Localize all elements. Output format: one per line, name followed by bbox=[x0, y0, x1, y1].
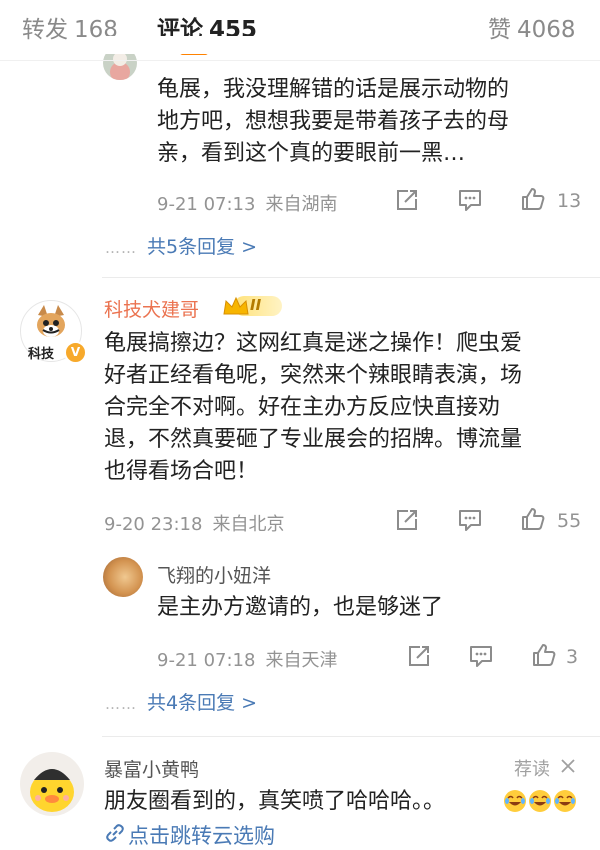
comment-meta: 9-21 07:13 来自湖南 bbox=[157, 190, 337, 216]
badge-level: II bbox=[250, 296, 262, 314]
tab-likes-count: 4068 bbox=[517, 17, 576, 43]
share-icon[interactable] bbox=[394, 187, 420, 213]
reply-location: 来自天津 bbox=[265, 650, 338, 671]
view-replies-link[interactable]: …… 共5条回复 > bbox=[105, 232, 257, 259]
tab-likes-label: 赞 bbox=[488, 17, 511, 43]
verified-icon: V bbox=[64, 341, 87, 364]
comment-text: 朋友圈看到的，真笑喷了哈哈哈。。 bbox=[104, 789, 446, 814]
view-replies-link[interactable]: …… 共4条回复 > bbox=[105, 688, 257, 715]
reply-username[interactable]: 飞翔的小妞洋 bbox=[157, 561, 271, 588]
like-count: 13 bbox=[557, 190, 582, 212]
tab-repost-label: 转发 bbox=[22, 17, 68, 43]
header-divider bbox=[0, 60, 600, 61]
like-icon[interactable] bbox=[520, 506, 546, 532]
link-icon bbox=[106, 824, 124, 842]
comment-line: 合完全不对啊。好在主办方反应快直接劝 bbox=[104, 395, 501, 420]
comment-icon[interactable] bbox=[457, 187, 483, 213]
share-icon[interactable] bbox=[406, 643, 432, 669]
close-icon[interactable] bbox=[559, 757, 577, 775]
like-icon[interactable] bbox=[520, 186, 546, 212]
comment-icon[interactable] bbox=[468, 643, 494, 669]
tab-likes[interactable]: 赞 4068 bbox=[488, 10, 576, 44]
laugh-cry-emoji-icon bbox=[554, 790, 576, 812]
comment-text: 龟展搞擦边？这网红真是迷之操作！爬虫爱 好者正经看龟呢，突然来个辣眼睛表演，场 … bbox=[104, 328, 594, 488]
comment-location: 来自湖南 bbox=[265, 194, 338, 215]
comment-divider bbox=[102, 277, 600, 278]
comment-time: 9-21 07:13 bbox=[157, 194, 256, 215]
reply-text: 是主办方邀请的，也是够迷了 bbox=[157, 595, 444, 620]
view-replies-text: 共4条回复 > bbox=[147, 692, 258, 714]
reply-time: 9-21 07:18 bbox=[157, 650, 256, 671]
comment-line: 好者正经看龟呢，突然来个辣眼睛表演，场 bbox=[104, 363, 523, 388]
like-count: 55 bbox=[557, 510, 582, 532]
comment-line: 龟展，我没理解错的话是展示动物的 bbox=[157, 77, 510, 102]
like-count: 3 bbox=[566, 646, 579, 668]
laugh-cry-emoji-icon bbox=[529, 790, 551, 812]
comment-icon[interactable] bbox=[457, 507, 483, 533]
comment-line: 亲，看到这个真的要眼前一黑… bbox=[157, 141, 466, 166]
comment-tabs: 转发 168 评论 455 赞 4068 bbox=[0, 0, 600, 56]
reply-meta: 9-21 07:18 来自天津 bbox=[157, 646, 337, 672]
comment-text: 龟展，我没理解错的话是展示动物的 地方吧，想想我要是带着孩子去的母 亲，看到这个… bbox=[157, 74, 587, 170]
comment-line: 地方吧，想想我要是带着孩子去的母 bbox=[157, 109, 510, 134]
comment-line: 退，不然真要砸了专业展会的招牌。博流量 bbox=[104, 427, 523, 452]
comment-time: 9-20 23:18 bbox=[104, 514, 203, 535]
view-replies-text: 共5条回复 > bbox=[147, 236, 258, 258]
recommend-label: 荐读 bbox=[514, 759, 550, 780]
comment-username[interactable]: 科技犬建哥 bbox=[104, 295, 199, 322]
comment-location: 来自北京 bbox=[212, 514, 285, 535]
dots-decoration: …… bbox=[105, 695, 137, 713]
comment-meta: 9-20 23:18 来自北京 bbox=[104, 510, 284, 536]
comment-line: 也得看场合吧！ bbox=[104, 459, 259, 484]
avatar[interactable] bbox=[20, 752, 84, 816]
comment-divider bbox=[102, 736, 600, 737]
comment-line: 龟展搞擦边？这网红真是迷之操作！爬虫爱 bbox=[104, 331, 523, 356]
scroll-mask bbox=[103, 36, 263, 54]
like-icon[interactable] bbox=[531, 642, 557, 668]
dots-decoration: …… bbox=[105, 239, 137, 257]
laugh-cry-emoji-icon bbox=[504, 790, 526, 812]
comment-username[interactable]: 暴富小黄鸭 bbox=[104, 755, 199, 782]
avatar[interactable] bbox=[103, 557, 143, 597]
avatar-text: 科技 bbox=[28, 347, 55, 362]
share-icon[interactable] bbox=[394, 507, 420, 533]
